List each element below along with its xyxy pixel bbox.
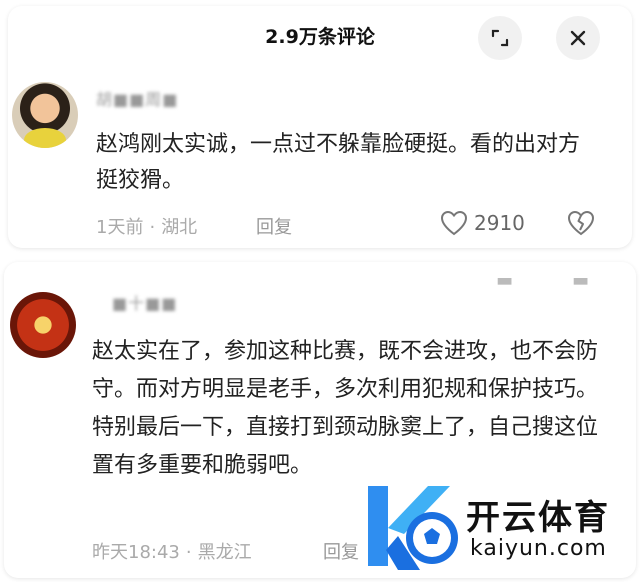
drag-handle: ▬: [496, 270, 514, 291]
avatar[interactable]: [12, 82, 78, 148]
brand-site: kaiyun.com: [470, 536, 607, 561]
kaiyun-watermark-logo: 开云体育 kaiyun.com: [358, 476, 638, 580]
username[interactable]: ■十■■: [112, 290, 177, 314]
comment-meta: 昨天18:43 · 黑龙江: [92, 542, 252, 563]
comment-time: 昨天18:43: [92, 542, 180, 563]
comment-location: 湖北: [161, 217, 198, 238]
comment-meta: 1天前 · 湖北: [96, 217, 198, 238]
drag-handle: ▬: [572, 270, 590, 291]
heart-icon: [440, 210, 468, 236]
expand-button[interactable]: [478, 16, 522, 60]
comments-count-title: 2.9万条评论: [265, 26, 375, 48]
comment-time: 1天前: [96, 217, 144, 238]
comments-panel: 2.9万条评论 胡■■周■ 赵鸿刚太实诚，一点过不躲靠脸硬挺。看的出对方挺狡猾。…: [0, 0, 640, 582]
close-button[interactable]: [556, 16, 600, 60]
like-count: 2910: [474, 211, 525, 235]
close-icon: [570, 30, 586, 46]
avatar[interactable]: [10, 292, 76, 358]
comment-text: 赵鸿刚太实诚，一点过不躲靠脸硬挺。看的出对方挺狡猾。: [96, 132, 581, 193]
like-button[interactable]: 2910: [440, 210, 525, 236]
username[interactable]: 胡■■周■: [96, 86, 178, 110]
k-soccer-logo-icon: [368, 486, 458, 570]
broken-heart-icon: [567, 210, 595, 236]
reply-button[interactable]: 回复: [323, 538, 359, 564]
reply-button[interactable]: 回复: [256, 213, 292, 239]
brand-name: 开云体育: [466, 498, 610, 538]
comment-location: 黑龙江: [197, 542, 252, 563]
comment-text: 赵太实在了，参加这种比赛，既不会进攻，也不会防守。而对方明显是老手，多次利用犯规…: [92, 339, 599, 478]
expand-icon: [491, 29, 509, 47]
dislike-button[interactable]: [566, 210, 596, 240]
